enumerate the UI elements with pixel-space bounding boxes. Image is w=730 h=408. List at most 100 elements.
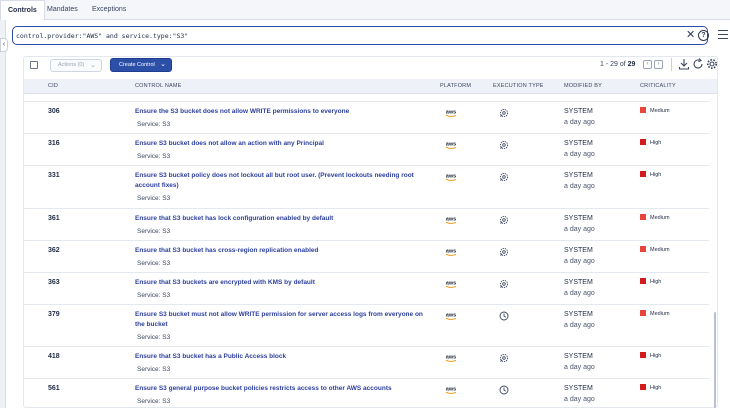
scrollbar-thumb[interactable] — [714, 312, 716, 408]
table-row[interactable]: 363 Ensure that S3 buckets are encrypted … — [24, 272, 709, 304]
tab-mandates[interactable]: Mandates — [40, 0, 85, 20]
criticality-color-swatch — [640, 278, 646, 284]
create-control-button[interactable]: Create Control ⌄ — [110, 58, 172, 72]
actions-button-label: Actions (0) — [58, 62, 85, 68]
chevron-down-icon: ⌄ — [160, 61, 166, 68]
criticality-color-swatch — [640, 246, 646, 252]
table-row[interactable]: 306 Ensure the S3 bucket does not allow W… — [24, 101, 709, 133]
criticality-badge: Medium — [640, 246, 670, 254]
service-label: Service: S3 — [137, 228, 171, 235]
search-bar: ✕ ? — [12, 26, 709, 45]
criticality-badge: Medium — [640, 107, 670, 115]
svg-text:aws: aws — [446, 142, 457, 148]
prev-page-icon[interactable]: ‹ — [643, 60, 652, 69]
modified-by: SYSTEM — [564, 108, 593, 115]
modified-time: a day ago — [564, 364, 595, 371]
gear-icon[interactable] — [706, 58, 718, 70]
criticality-badge: Medium — [640, 214, 670, 222]
table-row[interactable]: 561 Ensure S3 general purpose bucket poli… — [24, 378, 709, 408]
header-platform[interactable]: PLATFORM — [440, 83, 471, 89]
svg-text:aws: aws — [446, 249, 457, 255]
svg-text:aws: aws — [446, 387, 457, 393]
header-control-name[interactable]: CONTROL NAME — [135, 83, 182, 89]
control-name-link[interactable]: Ensure that S3 bucket has a Public Acces… — [135, 352, 425, 362]
clock-icon — [499, 311, 509, 321]
svg-text:aws: aws — [446, 355, 457, 361]
table-row[interactable]: 316 Ensure S3 bucket does not allow an ac… — [24, 133, 709, 165]
modified-time: a day ago — [564, 151, 595, 158]
header-modified-by[interactable]: MODIFIED BY — [564, 83, 602, 89]
close-icon[interactable]: ✕ — [686, 29, 695, 42]
control-id: 363 — [48, 279, 60, 286]
aws-logo-icon: aws — [446, 249, 457, 256]
aws-logo-icon: aws — [446, 387, 457, 394]
menu-icon[interactable] — [718, 30, 728, 39]
chevron-down-icon: ⌄ — [90, 62, 96, 69]
service-label: Service: S3 — [137, 366, 171, 373]
aws-logo-icon: aws — [446, 174, 457, 181]
modified-time: a day ago — [564, 119, 595, 126]
pagination-total: 29 — [627, 61, 636, 68]
actions-button[interactable]: Actions (0) ⌄ — [50, 59, 102, 72]
table-row[interactable]: 418 Ensure that S3 bucket has a Public Ac… — [24, 346, 709, 378]
table-row[interactable]: 331 Ensure S3 bucket policy does not lock… — [24, 165, 709, 208]
collapse-toggle-icon[interactable]: ‹ — [0, 38, 8, 52]
tab-controls[interactable]: Controls — [0, 0, 45, 21]
table-row[interactable]: 361 Ensure that S3 bucket has lock config… — [24, 208, 709, 240]
service-label: Service: S3 — [137, 121, 171, 128]
svg-text:aws: aws — [446, 217, 457, 223]
criticality-label: High — [650, 172, 662, 178]
modified-by: SYSTEM — [564, 353, 593, 360]
control-name-link[interactable]: Ensure S3 bucket policy does not lockout… — [135, 171, 425, 191]
criticality-color-swatch — [640, 310, 646, 316]
criticality-color-swatch — [640, 171, 646, 177]
select-all-checkbox[interactable] — [30, 61, 38, 69]
modified-by: SYSTEM — [564, 385, 593, 392]
control-id: 331 — [48, 172, 60, 179]
table-header: CID CONTROL NAME PLATFORM EXECUTION TYPE… — [24, 79, 717, 94]
modified-by: SYSTEM — [564, 215, 593, 222]
search-input[interactable] — [16, 29, 656, 42]
criticality-badge: High — [640, 278, 661, 286]
help-icon[interactable]: ? — [698, 30, 709, 41]
criticality-label: Medium — [650, 108, 670, 114]
criticality-label: High — [650, 385, 662, 391]
refresh-icon[interactable] — [692, 58, 704, 70]
criticality-badge: High — [640, 384, 661, 392]
control-name-link[interactable]: Ensure that S3 buckets are encrypted wit… — [135, 278, 425, 288]
control-name-link[interactable]: Ensure the S3 bucket does not allow WRIT… — [135, 107, 425, 117]
modified-by: SYSTEM — [564, 140, 593, 147]
control-name-link[interactable]: Ensure that S3 bucket has cross-region r… — [135, 246, 425, 256]
modified-time: a day ago — [564, 226, 595, 233]
service-label: Service: S3 — [137, 260, 171, 267]
control-name-link[interactable]: Ensure S3 general purpose bucket policie… — [135, 384, 425, 394]
svg-text:aws: aws — [446, 174, 457, 180]
modified-by: SYSTEM — [564, 279, 593, 286]
left-sidebar — [0, 20, 6, 408]
tab-bar: Controls Mandates Exceptions — [0, 0, 730, 21]
gear-refresh-icon — [499, 353, 509, 363]
tab-exceptions[interactable]: Exceptions — [85, 0, 133, 20]
pagination-label: 1 - 29 of 29 — [600, 61, 635, 68]
control-name-link[interactable]: Ensure that S3 bucket has lock configura… — [135, 214, 425, 224]
header-execution-type[interactable]: EXECUTION TYPE — [493, 83, 544, 89]
modified-time: a day ago — [564, 290, 595, 297]
download-icon[interactable] — [678, 58, 690, 70]
criticality-label: Medium — [650, 247, 670, 253]
control-name-link[interactable]: Ensure S3 bucket must not allow WRITE pe… — [135, 310, 425, 330]
aws-logo-icon: aws — [446, 313, 456, 320]
modified-time: a day ago — [564, 258, 595, 265]
next-page-icon[interactable]: › — [654, 60, 663, 69]
table-row[interactable]: 362 Ensure that S3 bucket has cross-regio… — [24, 240, 709, 272]
table-row[interactable]: 379 Ensure S3 bucket must not allow WRITE… — [24, 304, 709, 346]
modified-by: SYSTEM — [564, 247, 593, 254]
gear-refresh-icon — [499, 279, 509, 289]
header-cid[interactable]: CID — [48, 83, 58, 89]
header-criticality[interactable]: CRITICALITY — [640, 83, 676, 89]
gear-refresh-icon — [499, 140, 509, 150]
toolbar-divider — [671, 58, 672, 71]
svg-text:aws: aws — [446, 281, 457, 287]
svg-text:aws: aws — [446, 110, 457, 116]
pagination-of: of — [619, 61, 626, 68]
control-name-link[interactable]: Ensure S3 bucket does not allow an actio… — [135, 139, 425, 149]
